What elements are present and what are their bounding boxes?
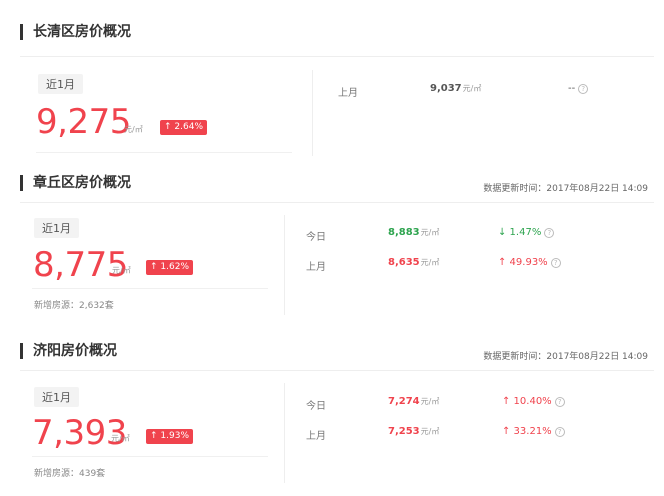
new-listings: 新增房源：439套 <box>34 469 106 479</box>
row-label: 今日 <box>306 232 326 243</box>
row-value: 9,037元/㎡ <box>430 83 481 94</box>
row-label: 上月 <box>306 431 326 442</box>
divider <box>284 383 285 483</box>
row-label: 上月 <box>338 88 358 99</box>
row-value-number: 9,037 <box>430 83 462 94</box>
section-changqing: 长清区房价概况 近1月 9,275 元/㎡ ↑ 2.64% 上月 9,037元/… <box>0 0 664 160</box>
row-unit: 元/㎡ <box>420 397 440 406</box>
avg-price: 9,275 <box>36 102 131 142</box>
section-title: 长清区房价概况 <box>20 24 131 40</box>
period-tag: 近1月 <box>38 74 83 94</box>
divider <box>284 215 285 315</box>
row-change: ↑ 10.40%? <box>502 396 565 407</box>
question-circle-icon[interactable]: ? <box>550 258 561 268</box>
row-value: 7,274元/㎡ <box>388 396 439 407</box>
divider <box>20 370 654 371</box>
row-unit: 元/㎡ <box>420 228 440 237</box>
price-unit: 元/㎡ <box>111 434 130 443</box>
divider <box>36 152 292 153</box>
row-label: 今日 <box>306 401 326 412</box>
row-value-number: 8,883 <box>388 227 420 238</box>
row-value: 8,883元/㎡ <box>388 227 439 238</box>
period-tag: 近1月 <box>34 218 79 238</box>
change-badge: ↑ 1.62% <box>146 260 193 275</box>
row-change-text: ↑ 49.93% <box>498 257 548 268</box>
row-change: ↑ 49.93%? <box>498 257 561 268</box>
section-title: 济阳房价概况 <box>20 343 117 359</box>
question-circle-icon[interactable]: ? <box>554 427 565 437</box>
price-unit: 元/㎡ <box>112 266 131 275</box>
section-jiyang: 济阳房价概况 数据更新时间：2017年08月22日 14:09 近1月 7,39… <box>0 325 664 496</box>
row-change-text: ↑ 10.40% <box>502 396 552 407</box>
question-circle-icon[interactable]: ? <box>578 84 589 94</box>
row-change-text: ↑ 33.21% <box>502 426 552 437</box>
section-zhangqiu: 章丘区房价概况 数据更新时间：2017年08月22日 14:09 近1月 8,7… <box>0 160 664 325</box>
row-change: ↓ 1.47%? <box>498 227 555 238</box>
row-value-number: 8,635 <box>388 257 420 268</box>
row-label: 上月 <box>306 262 326 273</box>
price-unit: 元/㎡ <box>124 125 143 134</box>
row-change-text: -- <box>568 83 576 94</box>
divider <box>32 456 268 457</box>
question-circle-icon[interactable]: ? <box>554 397 565 407</box>
row-unit: 元/㎡ <box>462 84 482 93</box>
update-time: 数据更新时间：2017年08月22日 14:09 <box>483 352 648 362</box>
divider <box>20 202 654 203</box>
divider <box>32 288 268 289</box>
section-title: 章丘区房价概况 <box>20 175 131 191</box>
update-time: 数据更新时间：2017年08月22日 14:09 <box>483 184 648 194</box>
row-value-number: 7,253 <box>388 426 420 437</box>
row-value: 8,635元/㎡ <box>388 257 439 268</box>
row-unit: 元/㎡ <box>420 427 440 436</box>
question-circle-icon[interactable]: ? <box>544 228 555 238</box>
new-listings: 新增房源：2,632套 <box>34 301 114 311</box>
change-badge: ↑ 2.64% <box>160 120 207 135</box>
divider <box>20 56 654 57</box>
row-change: ↑ 33.21%? <box>502 426 565 437</box>
row-value-number: 7,274 <box>388 396 420 407</box>
divider <box>312 70 313 156</box>
row-change: --? <box>568 83 589 94</box>
period-tag: 近1月 <box>34 387 79 407</box>
row-value: 7,253元/㎡ <box>388 426 439 437</box>
row-change-text: ↓ 1.47% <box>498 227 542 238</box>
row-unit: 元/㎡ <box>420 258 440 267</box>
change-badge: ↑ 1.93% <box>146 429 193 444</box>
